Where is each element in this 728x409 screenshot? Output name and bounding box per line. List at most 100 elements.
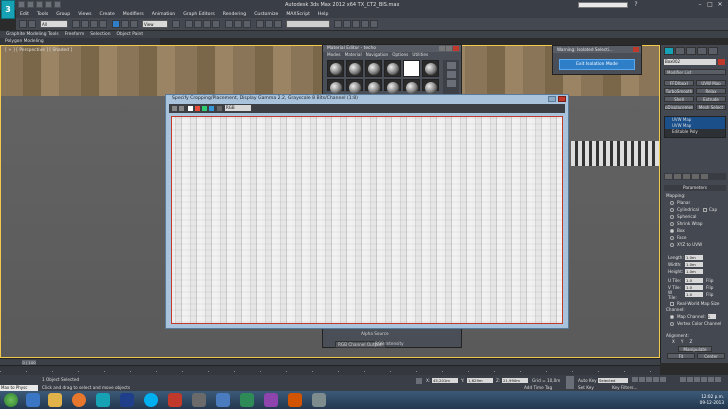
minimize-icon[interactable] [548, 96, 556, 102]
white-channel-icon[interactable] [188, 106, 193, 111]
width-field[interactable]: 1.0m [685, 262, 703, 267]
menu-customize[interactable]: Customize [250, 12, 282, 17]
ribbon-tab-graphite[interactable]: Graphite Modeling Tools [6, 32, 59, 37]
y-coord-field[interactable]: 1,629m [467, 378, 493, 383]
redo-icon[interactable] [54, 1, 61, 8]
spinner-snap-icon[interactable] [212, 20, 220, 28]
pan-icon[interactable] [708, 377, 714, 382]
app-icon[interactable] [216, 393, 230, 407]
mapping-planar-radio[interactable]: Planar [664, 199, 726, 206]
orbit-icon[interactable] [715, 377, 721, 382]
real-world-map-size-checkbox[interactable]: Real-World Map Size [664, 300, 726, 307]
parameters-rollout-title[interactable]: Parameters [664, 185, 726, 191]
height-spinner[interactable]: Height: 1.0m [664, 268, 726, 275]
go-to-start-icon[interactable] [632, 377, 638, 382]
material-slot[interactable] [422, 60, 439, 77]
render-setup-icon[interactable] [352, 20, 360, 28]
create-tab-icon[interactable] [664, 47, 674, 55]
ribbon-tab-selection[interactable]: Selection [90, 32, 110, 37]
vertex-color-channel-radio[interactable]: Vertex Color Channel [664, 320, 726, 327]
menu-views[interactable]: Views [74, 12, 95, 17]
material-slot[interactable] [346, 60, 363, 77]
start-button-icon[interactable] [4, 393, 18, 407]
object-name-field[interactable]: Box002 [664, 59, 716, 65]
material-slot[interactable] [422, 79, 439, 94]
modifier-ffd-box-button[interactable]: FFD(box) [664, 80, 694, 86]
key-mode-icon[interactable] [566, 376, 574, 389]
center-button[interactable]: Center [697, 353, 725, 359]
display-tab-icon[interactable] [708, 47, 718, 55]
length-spinner[interactable]: Length: 1.0m [664, 254, 726, 261]
minimize-icon[interactable] [439, 46, 445, 51]
move-icon[interactable] [112, 20, 120, 28]
mirror-icon[interactable] [234, 20, 242, 28]
undo-icon[interactable] [45, 1, 52, 8]
modify-tab-icon[interactable] [675, 47, 685, 55]
go-to-end-icon[interactable] [660, 377, 666, 382]
ribbon-tab-freeform[interactable]: Freeform [65, 32, 85, 37]
map-channel-radio[interactable]: Map Channel: 1 [664, 313, 726, 320]
modifier-relax-button[interactable]: Relax [696, 88, 726, 94]
material-slot[interactable] [365, 79, 382, 94]
material-slot[interactable] [346, 79, 363, 94]
object-color-swatch[interactable] [718, 59, 725, 65]
key-filters-button[interactable]: Key Filters... [612, 385, 637, 390]
3dsmax-taskbar-icon[interactable] [96, 393, 110, 407]
map-channel-field[interactable]: 1 [707, 314, 716, 319]
close-icon[interactable]: ✕ [716, 1, 724, 8]
mapping-xyz-to-uvw-radio[interactable]: XYZ to UVW [664, 241, 726, 248]
photoshop-icon[interactable] [120, 393, 134, 407]
modifier-turbosmooth-button[interactable]: TurboSmooth [664, 88, 694, 94]
manipulate-button[interactable]: Manipulate [678, 346, 712, 352]
percent-snap-icon[interactable] [203, 20, 211, 28]
align-icon[interactable] [243, 20, 251, 28]
firefox-icon[interactable] [72, 393, 86, 407]
v-tile-field[interactable]: 1.0 [685, 285, 703, 290]
exit-isolation-mode-button[interactable]: Exit Isolation Mode [559, 59, 635, 70]
show-end-result-icon[interactable] [674, 174, 681, 179]
u-tile-field[interactable]: 1.0 [685, 278, 703, 283]
rendered-frame-window-icon[interactable] [361, 20, 369, 28]
key-set-select[interactable]: Selected [598, 378, 628, 383]
mapping-spherical-radio[interactable]: Spherical [664, 213, 726, 220]
auto-key-button[interactable]: Auto Key [578, 378, 597, 383]
help-icon[interactable]: ? [632, 1, 640, 8]
me-menu-material[interactable]: Material [345, 52, 362, 58]
lock-selection-icon[interactable] [416, 378, 422, 384]
schematic-view-icon[interactable] [334, 20, 342, 28]
close-icon[interactable] [453, 46, 459, 51]
me-menu-options[interactable]: Options [392, 52, 408, 58]
make-unique-icon[interactable] [683, 174, 690, 179]
selection-filter-select[interactable]: All [40, 20, 68, 28]
width-spinner[interactable]: Width: 1.0m [664, 261, 726, 268]
ie-icon[interactable] [26, 393, 40, 407]
app-icon[interactable] [264, 393, 278, 407]
previous-frame-icon[interactable] [639, 377, 645, 382]
material-slot[interactable] [403, 79, 420, 94]
me-menu-modes[interactable]: Modes [327, 52, 341, 58]
me-menu-navigation[interactable]: Navigation [366, 52, 389, 58]
warning-title[interactable]: Warning: Isolated Selecti... [553, 46, 641, 53]
skype-icon[interactable] [144, 393, 158, 407]
app-icon[interactable] [288, 393, 302, 407]
height-field[interactable]: 1.0m [685, 269, 703, 274]
menu-tools[interactable]: Tools [33, 12, 52, 17]
concrete-texture-image[interactable] [171, 116, 563, 324]
pivot-icon[interactable] [172, 20, 180, 28]
open-file-icon[interactable] [27, 1, 34, 8]
material-slot[interactable] [327, 60, 344, 77]
u-tile-spinner[interactable]: U Tile: 1.0 Flip [664, 277, 726, 284]
zoom-icon[interactable] [680, 377, 686, 382]
layer-manager-icon[interactable] [256, 20, 264, 28]
mapping-cylindrical-radio[interactable]: Cylindrical Cap [664, 206, 726, 213]
curve-editor-icon[interactable] [274, 20, 282, 28]
copy-image-icon[interactable] [179, 106, 184, 111]
maximize-icon[interactable] [446, 46, 452, 51]
v-flip-label[interactable]: Flip [706, 285, 713, 290]
material-slot[interactable] [384, 79, 401, 94]
system-clock[interactable]: 12:02 p.m. 09-12-2013 [700, 394, 724, 406]
close-icon[interactable] [633, 47, 639, 52]
rotate-icon[interactable] [121, 20, 129, 28]
select-object-icon[interactable] [72, 20, 80, 28]
maximize-icon[interactable]: □ [706, 1, 714, 8]
